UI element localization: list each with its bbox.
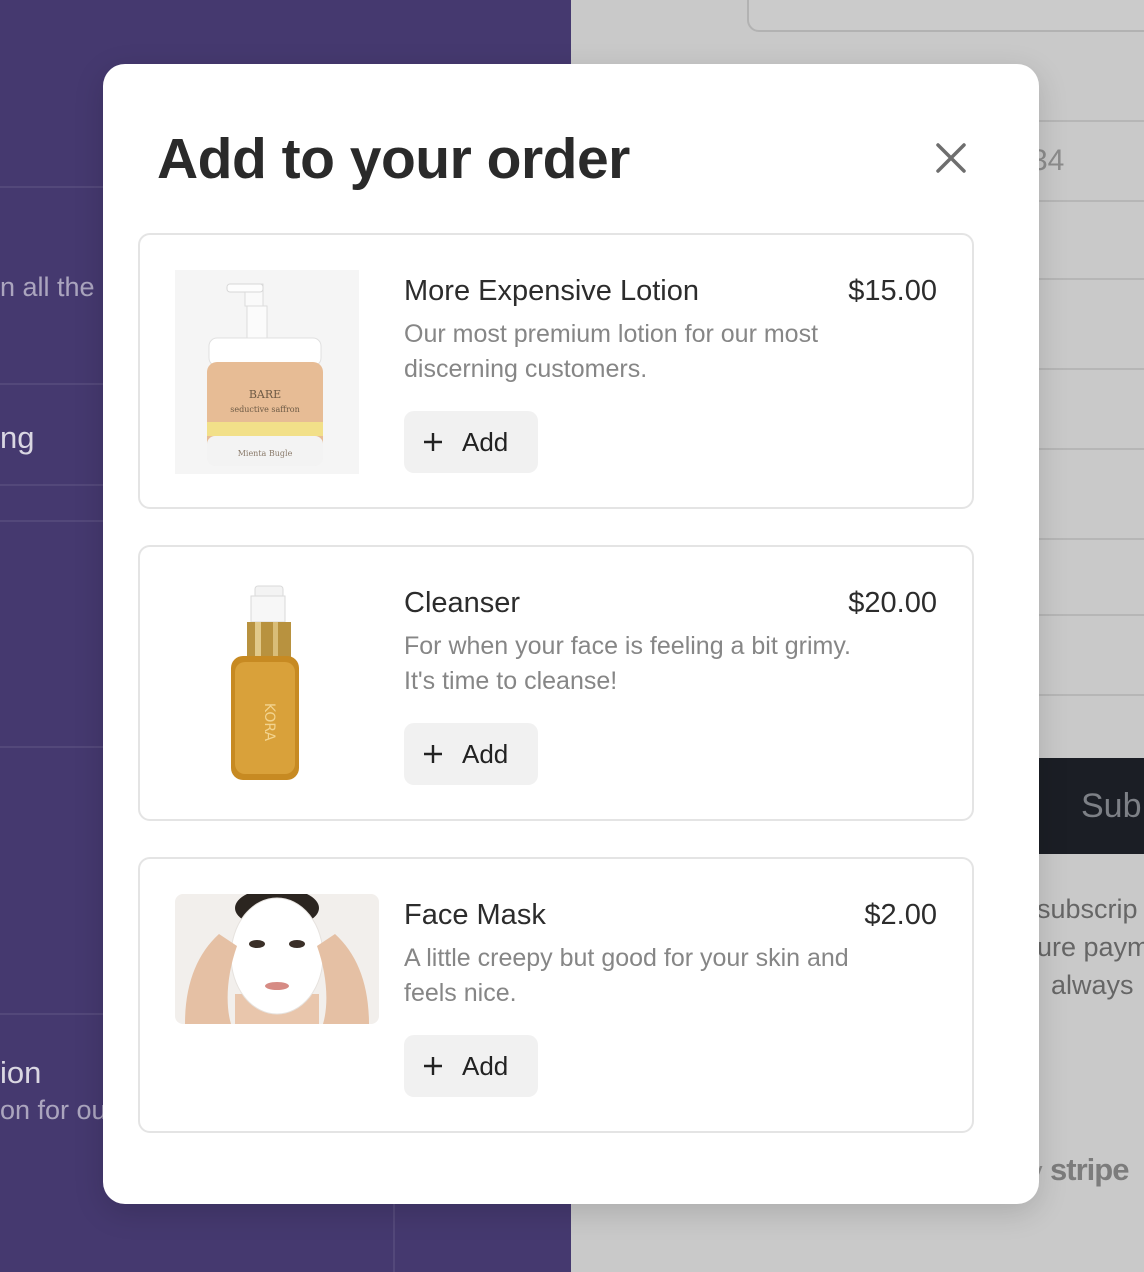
- product-card-cleanser: KORA Cleanser $20.00 For when your face …: [138, 545, 974, 821]
- product-price: $2.00: [864, 899, 937, 931]
- product-name: Cleanser: [404, 587, 521, 619]
- face-mask-image: [175, 894, 379, 1024]
- svg-text:KORA: KORA: [261, 703, 277, 742]
- product-card-face-mask: Face Mask $2.00 A little creepy but good…: [138, 857, 974, 1133]
- product-description: A little creepy but good for your skin a…: [404, 944, 849, 1007]
- modal-title: Add to your order: [157, 127, 630, 191]
- svg-text:Mienta Bugle: Mienta Bugle: [238, 449, 293, 458]
- background-input: [747, 0, 1144, 32]
- add-button-label: Add: [462, 738, 509, 769]
- product-price: $15.00: [848, 275, 937, 307]
- background-text: ion: [0, 1055, 42, 1090]
- stripe-logo: stripe: [1050, 1152, 1129, 1187]
- plus-icon: [422, 1055, 444, 1077]
- background-text: on for ou: [0, 1095, 107, 1125]
- background-notice-line: ure paym: [1037, 932, 1144, 962]
- lotion-jar-image: BARE seductive saffron Mienta Bugle: [175, 270, 359, 474]
- background-text: ng: [0, 420, 35, 455]
- cleanser-bottle-image: KORA: [175, 582, 379, 786]
- add-button-label: Add: [462, 1050, 509, 1081]
- divider: [0, 186, 110, 188]
- background-notice-line: always: [1051, 970, 1134, 1000]
- product-description: Our most premium lotion for our most dis…: [404, 320, 819, 383]
- add-face-mask-button[interactable]: Add: [404, 1035, 538, 1097]
- background-text: n all the p: [0, 272, 118, 302]
- product-card-lotion: BARE seductive saffron Mienta Bugle More…: [138, 233, 974, 509]
- background-notice-line: subscrip: [1037, 894, 1138, 924]
- add-lotion-button[interactable]: Add: [404, 411, 538, 473]
- product-name: More Expensive Lotion: [404, 275, 699, 307]
- add-cleanser-button[interactable]: Add: [404, 723, 538, 785]
- product-name: Face Mask: [404, 899, 546, 931]
- background-submit-label: Sub: [1081, 787, 1142, 825]
- add-to-order-modal: Add to your order BARE seductive saffron…: [103, 64, 1039, 1204]
- plus-icon: [422, 743, 444, 765]
- add-button-label: Add: [462, 426, 509, 457]
- product-description: For when your face is feeling a bit grim…: [404, 632, 851, 695]
- product-price: $20.00: [848, 587, 937, 619]
- divider: [393, 1204, 395, 1272]
- svg-text:BARE: BARE: [249, 388, 281, 401]
- plus-icon: [422, 431, 444, 453]
- svg-text:seductive saffron: seductive saffron: [230, 405, 300, 414]
- close-icon[interactable]: [931, 138, 971, 178]
- powered-by-stripe: y stripe: [1029, 1152, 1129, 1188]
